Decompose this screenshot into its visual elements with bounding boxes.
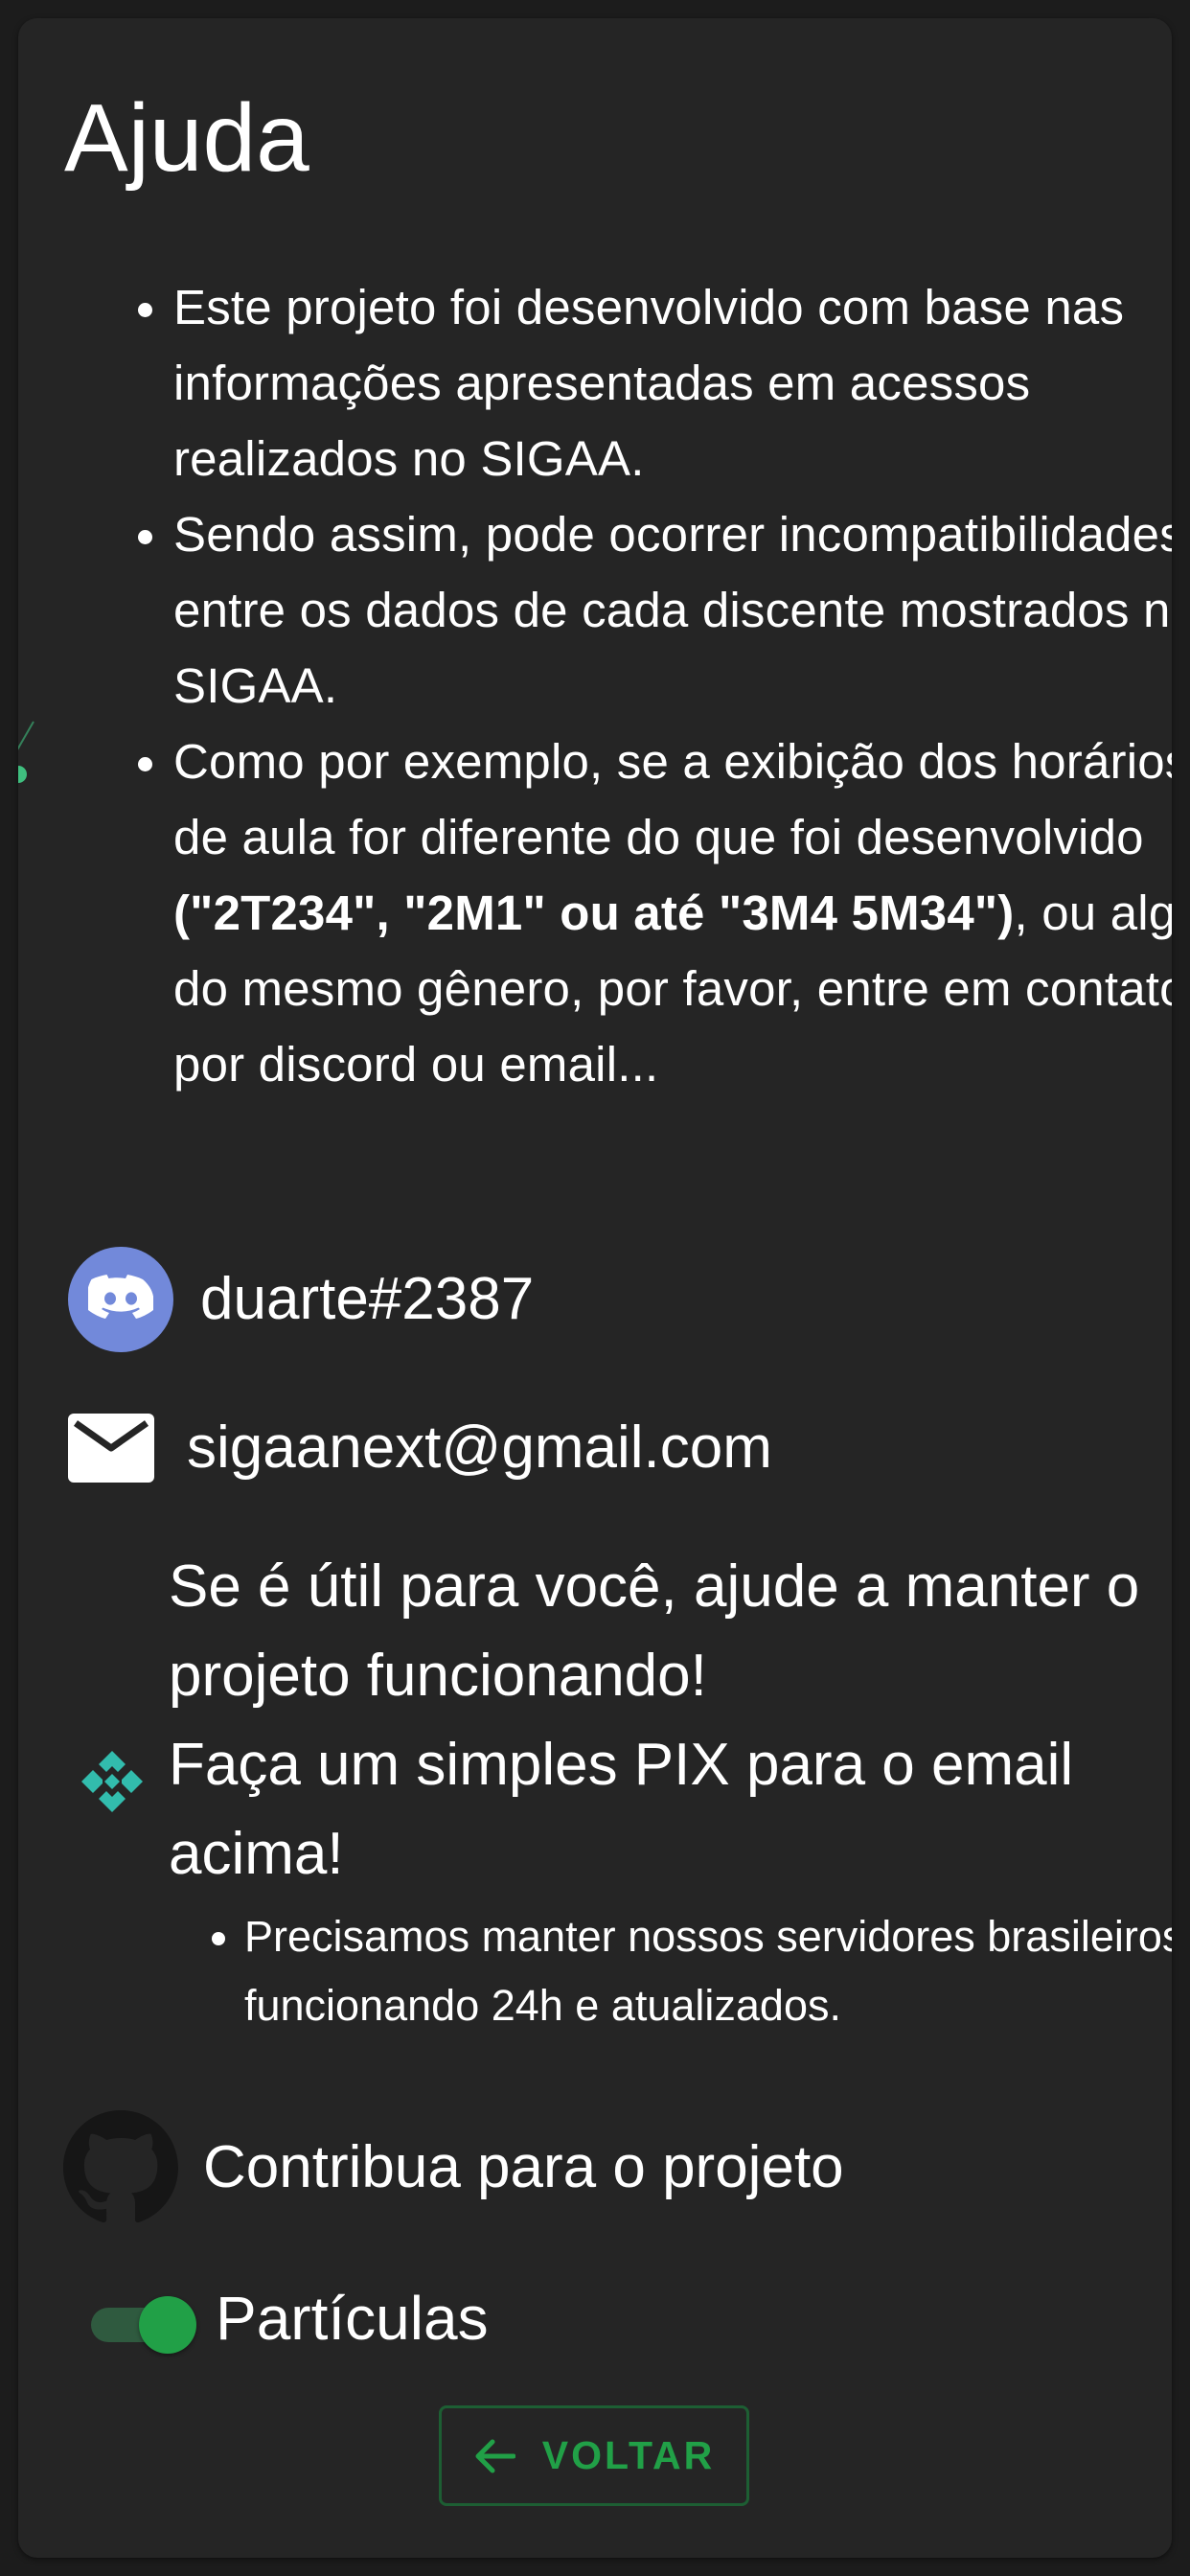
info-list: Este projeto foi desenvolvido com base n… — [131, 269, 1172, 1102]
discord-username: duarte#2387 — [200, 1266, 535, 1332]
particles-toggle[interactable] — [91, 2289, 196, 2354]
email-address: sigaanext@gmail.com — [187, 1414, 772, 1481]
github-label: Contribua para o projeto — [203, 2134, 844, 2200]
info-item: Sendo assim, pode ocorrer incompatibilid… — [173, 496, 1172, 724]
donation-text: Se é útil para você, ajude a manter o pr… — [169, 1542, 1146, 1898]
info-text: Como por exemplo, se a exibição dos horá… — [173, 734, 1172, 864]
particles-setting: Partículas — [91, 2284, 489, 2354]
github-icon — [63, 2110, 178, 2223]
info-item: Este projeto foi desenvolvido com base n… — [173, 269, 1172, 496]
back-button[interactable]: VOLTAR — [439, 2405, 749, 2506]
particle-line — [18, 721, 34, 772]
particle-dot — [18, 766, 27, 783]
help-card: Ajuda Este projeto foi desenvolvido com … — [18, 18, 1172, 2558]
donation-line: Faça um simples PIX para o email acima! — [169, 1732, 1074, 1887]
donation-line: Se é útil para você, ajude a manter o pr… — [169, 1553, 1140, 1709]
particles-label: Partículas — [216, 2284, 489, 2353]
github-contribute-link[interactable]: Contribua para o projeto — [63, 2110, 844, 2225]
discord-icon — [68, 1247, 173, 1352]
toggle-knob — [139, 2296, 196, 2354]
mail-icon — [68, 1414, 154, 1483]
info-item: Como por exemplo, se a exibição dos horá… — [173, 724, 1172, 1102]
arrow-left-icon — [475, 2439, 515, 2472]
schedule-example-text: ("2T234", "2M1" ou até "3M4 5M34") — [173, 886, 1015, 940]
pix-icon — [81, 1751, 143, 1812]
back-button-label: VOLTAR — [541, 2433, 716, 2477]
donation-note: Precisamos manter nossos servidores bras… — [244, 1902, 1172, 2040]
donation-note-list: Precisamos manter nossos servidores bras… — [209, 1902, 1172, 2040]
page-title: Ajuda — [64, 84, 309, 192]
discord-contact[interactable]: duarte#2387 — [68, 1247, 534, 1352]
email-contact[interactable]: sigaanext@gmail.com — [68, 1414, 772, 1483]
